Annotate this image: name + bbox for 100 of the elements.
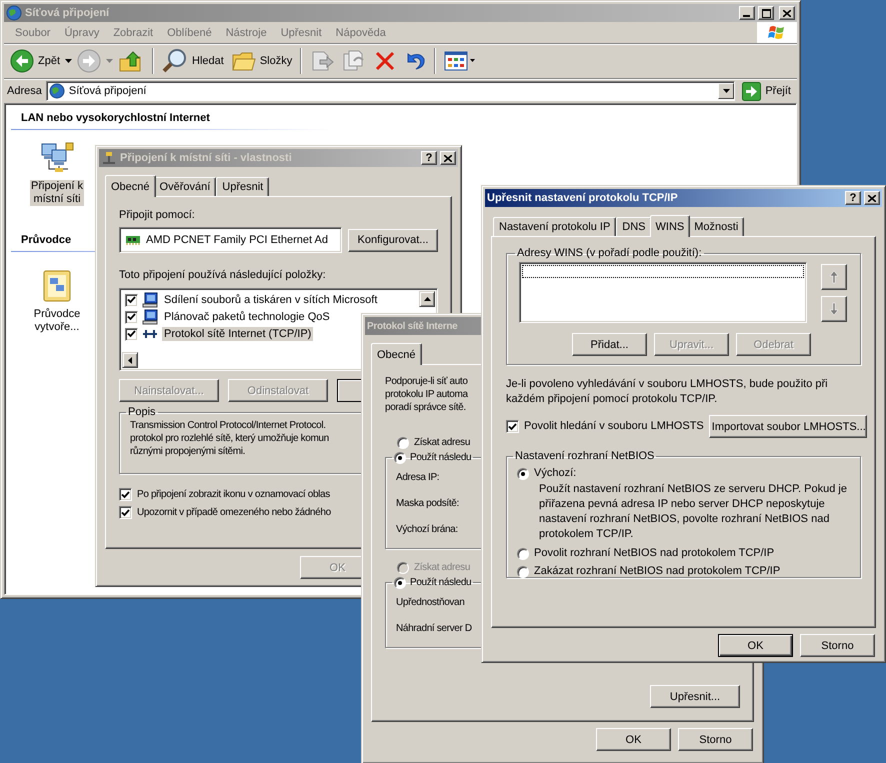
radio-button[interactable] [517,468,529,480]
close-button[interactable] [864,191,880,205]
import-button[interactable]: Importovat soubor LMHOSTS... [708,415,867,438]
radio-label: Použít následu [410,576,472,589]
scroll-left-icon [128,356,132,364]
field-label: Maska podsítě: [396,496,459,510]
radio-button[interactable] [517,566,529,578]
list-label: Toto připojení používá následující položky: [119,269,326,282]
radio-button[interactable] [397,436,409,448]
tab[interactable]: Možnosti [688,217,744,236]
address-label: Adresa [7,84,42,98]
checkbox[interactable] [506,420,519,433]
configure-button[interactable]: Konfigurovat... [348,228,438,252]
scroll-left-button[interactable] [122,352,138,368]
field-label: Adresa IP: [396,470,440,484]
computer-icon [142,309,158,325]
radio-label: Použít následu [410,451,472,464]
maximize-icon [762,8,770,18]
list-item[interactable]: Protokol sítě Internet (TCP/IP) [162,327,314,341]
group-label: Popis [128,406,156,419]
computer-icon [142,292,158,308]
caret-icon[interactable] [65,59,72,63]
checkbox[interactable] [125,328,138,340]
close-button[interactable] [779,6,795,20]
down-arrow-icon [829,302,839,316]
close-button[interactable] [440,151,456,165]
move-up-button[interactable] [821,264,847,290]
field-label: Upřednostňovan [396,596,464,610]
list-item[interactable]: Sdílení souborů a tiskáren v sítích Microsoft [162,293,380,307]
network-computers-icon[interactable] [40,142,74,174]
checkbox-label: Po připojení zobrazit ikonu v oznamovací oblas [137,488,330,501]
network-icon [48,83,65,99]
list-item[interactable]: Plánovač paketů technologie QoS [162,310,332,324]
radio-button[interactable] [517,548,529,560]
tab[interactable]: Obecné [371,343,422,365]
help-button[interactable]: ? [845,191,861,205]
item-label[interactable]: Průvodce vytvoře... [32,308,82,334]
scroll-up-icon [424,297,430,301]
checkmark-icon [508,422,517,430]
move-to-icon [310,49,334,73]
window-title: Síťová připojení [25,7,110,19]
radio-button[interactable] [394,452,406,464]
checkmark-icon [121,508,130,516]
scroll-up-button[interactable] [419,291,435,307]
field-label: Připojit pomocí: [119,209,196,222]
tab[interactable]: Obecné [105,175,156,197]
intro-text: Podporuje-li síť auto protokolu IP automa poradí správce sítě. [385,375,468,414]
tab[interactable]: Upřesnit [216,177,270,196]
windows-logo-icon [757,22,797,43]
field-label: Náhradní server D [396,622,472,636]
checkbox[interactable] [125,294,138,306]
checkbox[interactable] [125,310,138,324]
views-icon [444,50,476,72]
adapter-field: AMD PCNET Family PCI Ethernet Ad [119,227,342,253]
radio-label: Získat adresu [414,436,470,449]
dropdown-arrow-icon [722,89,730,93]
radio-label: Povolit rozhraní NetBIOS nad protokolem TCP/IP [534,547,774,560]
window-title: Upřesnit nastavení protokolu TCP/IP [487,192,679,204]
back-button[interactable]: Zpět [7,47,64,75]
protocol-icon [142,327,158,341]
address-field[interactable]: Síťová připojení [46,81,736,101]
network-connection-icon [101,151,117,165]
wins-button[interactable]: Přidat... [572,333,647,356]
wins-address-list[interactable] [519,262,807,323]
tab[interactable]: DNS [616,217,652,236]
checkbox[interactable] [119,506,132,519]
cancel-button[interactable]: Storno [678,728,753,751]
tab[interactable]: WINS [650,215,690,237]
radio-label: Získat adresu [414,561,470,574]
radio-label: Výchozí: [534,467,576,480]
section-header: LAN nebo vysokorychlostní Internet [20,112,210,124]
cancel-button[interactable]: Storno [800,634,875,657]
checkmark-icon [121,490,130,498]
search-button[interactable]: Hledat [159,46,227,76]
network-card-icon [126,235,140,245]
ok-button[interactable]: OK [718,634,793,657]
tab[interactable]: Nastavení protokolu IP [493,217,616,236]
radio-button[interactable] [394,576,406,588]
ok-button[interactable]: OK [596,728,671,751]
item-label[interactable]: Připojení k místní síti [30,180,84,206]
go-button[interactable]: Přejít [739,80,794,102]
maximize-button[interactable] [758,6,774,20]
group-label: Adresy WINS (v pořadí podle použití): [517,247,702,260]
lmhosts-note: Je-li povoleno vyhledávání v souboru LMHOSTS, bude použito při každém připojení pomocí protokolu TCP/IP. [506,377,829,407]
folder-icon [232,50,256,72]
folders-button[interactable]: Složky [228,48,296,74]
window-title: Protokol sítě Interne [367,320,458,332]
window-title: Připojení k místní síti - vlastnosti [120,152,293,164]
checkbox-label: Upozornit v případě omezeného nebo žádného [137,506,331,519]
close-icon [783,10,791,16]
checkbox[interactable] [119,488,132,501]
wizard-icon[interactable] [42,270,72,302]
dropdown-button[interactable] [718,83,734,99]
move-down-button[interactable] [821,296,847,322]
up-arrow-icon [829,270,839,284]
advanced-button[interactable]: Upřesnit... [650,685,740,708]
tab[interactable]: Ověřování [154,177,216,196]
minimize-button[interactable] [739,6,755,20]
help-button[interactable]: ? [421,151,437,165]
network-icon [6,5,22,21]
